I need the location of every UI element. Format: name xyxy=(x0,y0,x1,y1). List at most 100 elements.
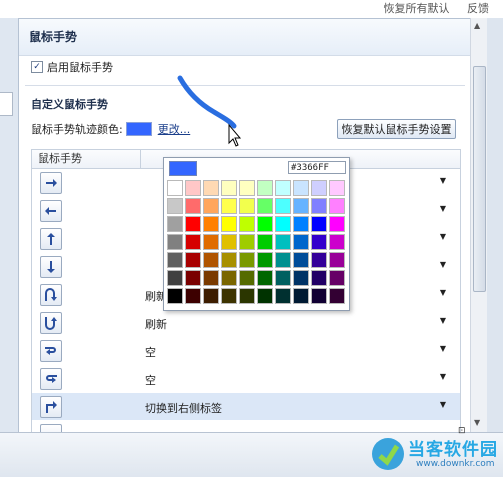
chevron-down-icon[interactable]: ▼ xyxy=(440,316,446,325)
enable-gesture-row[interactable]: ✓ 启用鼠标手势 xyxy=(31,59,113,75)
palette-color-swatch[interactable] xyxy=(275,288,291,304)
palette-color-swatch[interactable] xyxy=(275,180,291,196)
palette-color-swatch[interactable] xyxy=(257,270,273,286)
table-row[interactable]: 切换到右侧标签 ▼ xyxy=(32,393,460,421)
chevron-down-icon[interactable]: ▼ xyxy=(440,176,446,185)
palette-color-swatch[interactable] xyxy=(257,234,273,250)
palette-color-swatch[interactable] xyxy=(311,234,327,250)
palette-color-swatch[interactable] xyxy=(239,180,255,196)
palette-color-swatch[interactable] xyxy=(221,216,237,232)
enable-gesture-checkbox[interactable]: ✓ xyxy=(31,61,43,73)
palette-color-swatch[interactable] xyxy=(293,270,309,286)
palette-color-swatch[interactable] xyxy=(275,234,291,250)
palette-color-swatch[interactable] xyxy=(221,180,237,196)
palette-color-swatch[interactable] xyxy=(329,252,345,268)
palette-color-swatch[interactable] xyxy=(203,252,219,268)
palette-color-swatch[interactable] xyxy=(275,198,291,214)
arrow-return-right-icon[interactable] xyxy=(40,340,62,362)
palette-color-swatch[interactable] xyxy=(311,198,327,214)
palette-color-swatch[interactable] xyxy=(329,288,345,304)
arrow-right-icon[interactable] xyxy=(40,172,62,194)
chevron-down-icon[interactable]: ▼ xyxy=(440,232,446,241)
palette-color-swatch[interactable] xyxy=(329,270,345,286)
palette-color-swatch[interactable] xyxy=(203,198,219,214)
change-color-link[interactable]: 更改... xyxy=(158,121,191,137)
scrollbar-thumb[interactable] xyxy=(473,66,486,292)
table-row[interactable]: 空 ▼ xyxy=(32,365,460,393)
palette-color-swatch[interactable] xyxy=(311,270,327,286)
table-row[interactable]: 空 ▼ xyxy=(32,337,460,365)
palette-color-swatch[interactable] xyxy=(221,288,237,304)
palette-color-swatch[interactable] xyxy=(293,234,309,250)
hex-color-input[interactable] xyxy=(288,161,346,174)
palette-color-swatch[interactable] xyxy=(167,234,183,250)
chevron-down-icon[interactable]: ▼ xyxy=(440,344,446,353)
left-nav-item[interactable] xyxy=(0,92,13,116)
arrow-left-icon[interactable] xyxy=(40,200,62,222)
palette-color-swatch[interactable] xyxy=(275,252,291,268)
chevron-down-icon[interactable]: ▼ xyxy=(440,372,446,381)
column-divider[interactable] xyxy=(140,150,141,168)
palette-color-swatch[interactable] xyxy=(185,288,201,304)
arrow-return-left-icon[interactable] xyxy=(40,368,62,390)
palette-color-swatch[interactable] xyxy=(257,216,273,232)
palette-color-swatch[interactable] xyxy=(239,288,255,304)
vertical-scrollbar[interactable]: ▲ ▼ xyxy=(470,18,487,432)
palette-color-swatch[interactable] xyxy=(167,216,183,232)
reset-gesture-defaults-button[interactable]: 恢复默认鼠标手势设置 xyxy=(337,119,456,139)
palette-color-swatch[interactable] xyxy=(185,252,201,268)
scroll-down-icon[interactable]: ▼ xyxy=(474,418,480,427)
palette-color-swatch[interactable] xyxy=(203,288,219,304)
scroll-up-icon[interactable]: ▲ xyxy=(474,21,480,30)
palette-color-swatch[interactable] xyxy=(203,234,219,250)
palette-color-swatch[interactable] xyxy=(167,198,183,214)
palette-color-swatch[interactable] xyxy=(293,288,309,304)
palette-color-swatch[interactable] xyxy=(203,216,219,232)
palette-color-swatch[interactable] xyxy=(311,288,327,304)
arrow-down-icon[interactable] xyxy=(40,256,62,278)
palette-color-swatch[interactable] xyxy=(221,270,237,286)
trail-color-swatch[interactable] xyxy=(125,122,152,136)
palette-color-swatch[interactable] xyxy=(311,252,327,268)
chevron-down-icon[interactable]: ▼ xyxy=(440,400,446,409)
chevron-down-icon[interactable]: ▼ xyxy=(440,260,446,269)
palette-color-swatch[interactable] xyxy=(329,180,345,196)
palette-color-swatch[interactable] xyxy=(185,234,201,250)
palette-color-swatch[interactable] xyxy=(275,270,291,286)
arrow-u-turn-up-icon[interactable] xyxy=(40,312,62,334)
palette-color-swatch[interactable] xyxy=(293,198,309,214)
palette-color-swatch[interactable] xyxy=(239,198,255,214)
arrow-u-turn-down-icon[interactable] xyxy=(40,284,62,306)
palette-color-swatch[interactable] xyxy=(257,252,273,268)
palette-color-swatch[interactable] xyxy=(293,216,309,232)
palette-color-swatch[interactable] xyxy=(239,216,255,232)
arrow-up-right-icon[interactable] xyxy=(40,396,62,418)
chevron-down-icon[interactable]: ▼ xyxy=(440,204,446,213)
palette-color-swatch[interactable] xyxy=(311,216,327,232)
palette-color-swatch[interactable] xyxy=(329,234,345,250)
palette-color-swatch[interactable] xyxy=(239,270,255,286)
palette-color-swatch[interactable] xyxy=(167,270,183,286)
palette-color-swatch[interactable] xyxy=(311,180,327,196)
palette-color-swatch[interactable] xyxy=(221,234,237,250)
palette-color-swatch[interactable] xyxy=(203,270,219,286)
palette-color-swatch[interactable] xyxy=(185,216,201,232)
palette-color-swatch[interactable] xyxy=(293,252,309,268)
palette-color-swatch[interactable] xyxy=(257,288,273,304)
palette-color-swatch[interactable] xyxy=(167,180,183,196)
palette-color-swatch[interactable] xyxy=(203,180,219,196)
feedback-link[interactable]: 反馈 xyxy=(467,2,489,15)
palette-color-swatch[interactable] xyxy=(185,180,201,196)
chevron-down-icon[interactable]: ▼ xyxy=(440,288,446,297)
palette-color-swatch[interactable] xyxy=(221,198,237,214)
palette-color-swatch[interactable] xyxy=(167,288,183,304)
palette-color-swatch[interactable] xyxy=(257,198,273,214)
palette-color-swatch[interactable] xyxy=(329,198,345,214)
palette-color-swatch[interactable] xyxy=(257,180,273,196)
palette-color-swatch[interactable] xyxy=(185,198,201,214)
palette-color-swatch[interactable] xyxy=(185,270,201,286)
palette-color-swatch[interactable] xyxy=(293,180,309,196)
palette-color-swatch[interactable] xyxy=(329,216,345,232)
palette-color-swatch[interactable] xyxy=(167,252,183,268)
table-row[interactable]: 刷新 ▼ xyxy=(32,309,460,337)
